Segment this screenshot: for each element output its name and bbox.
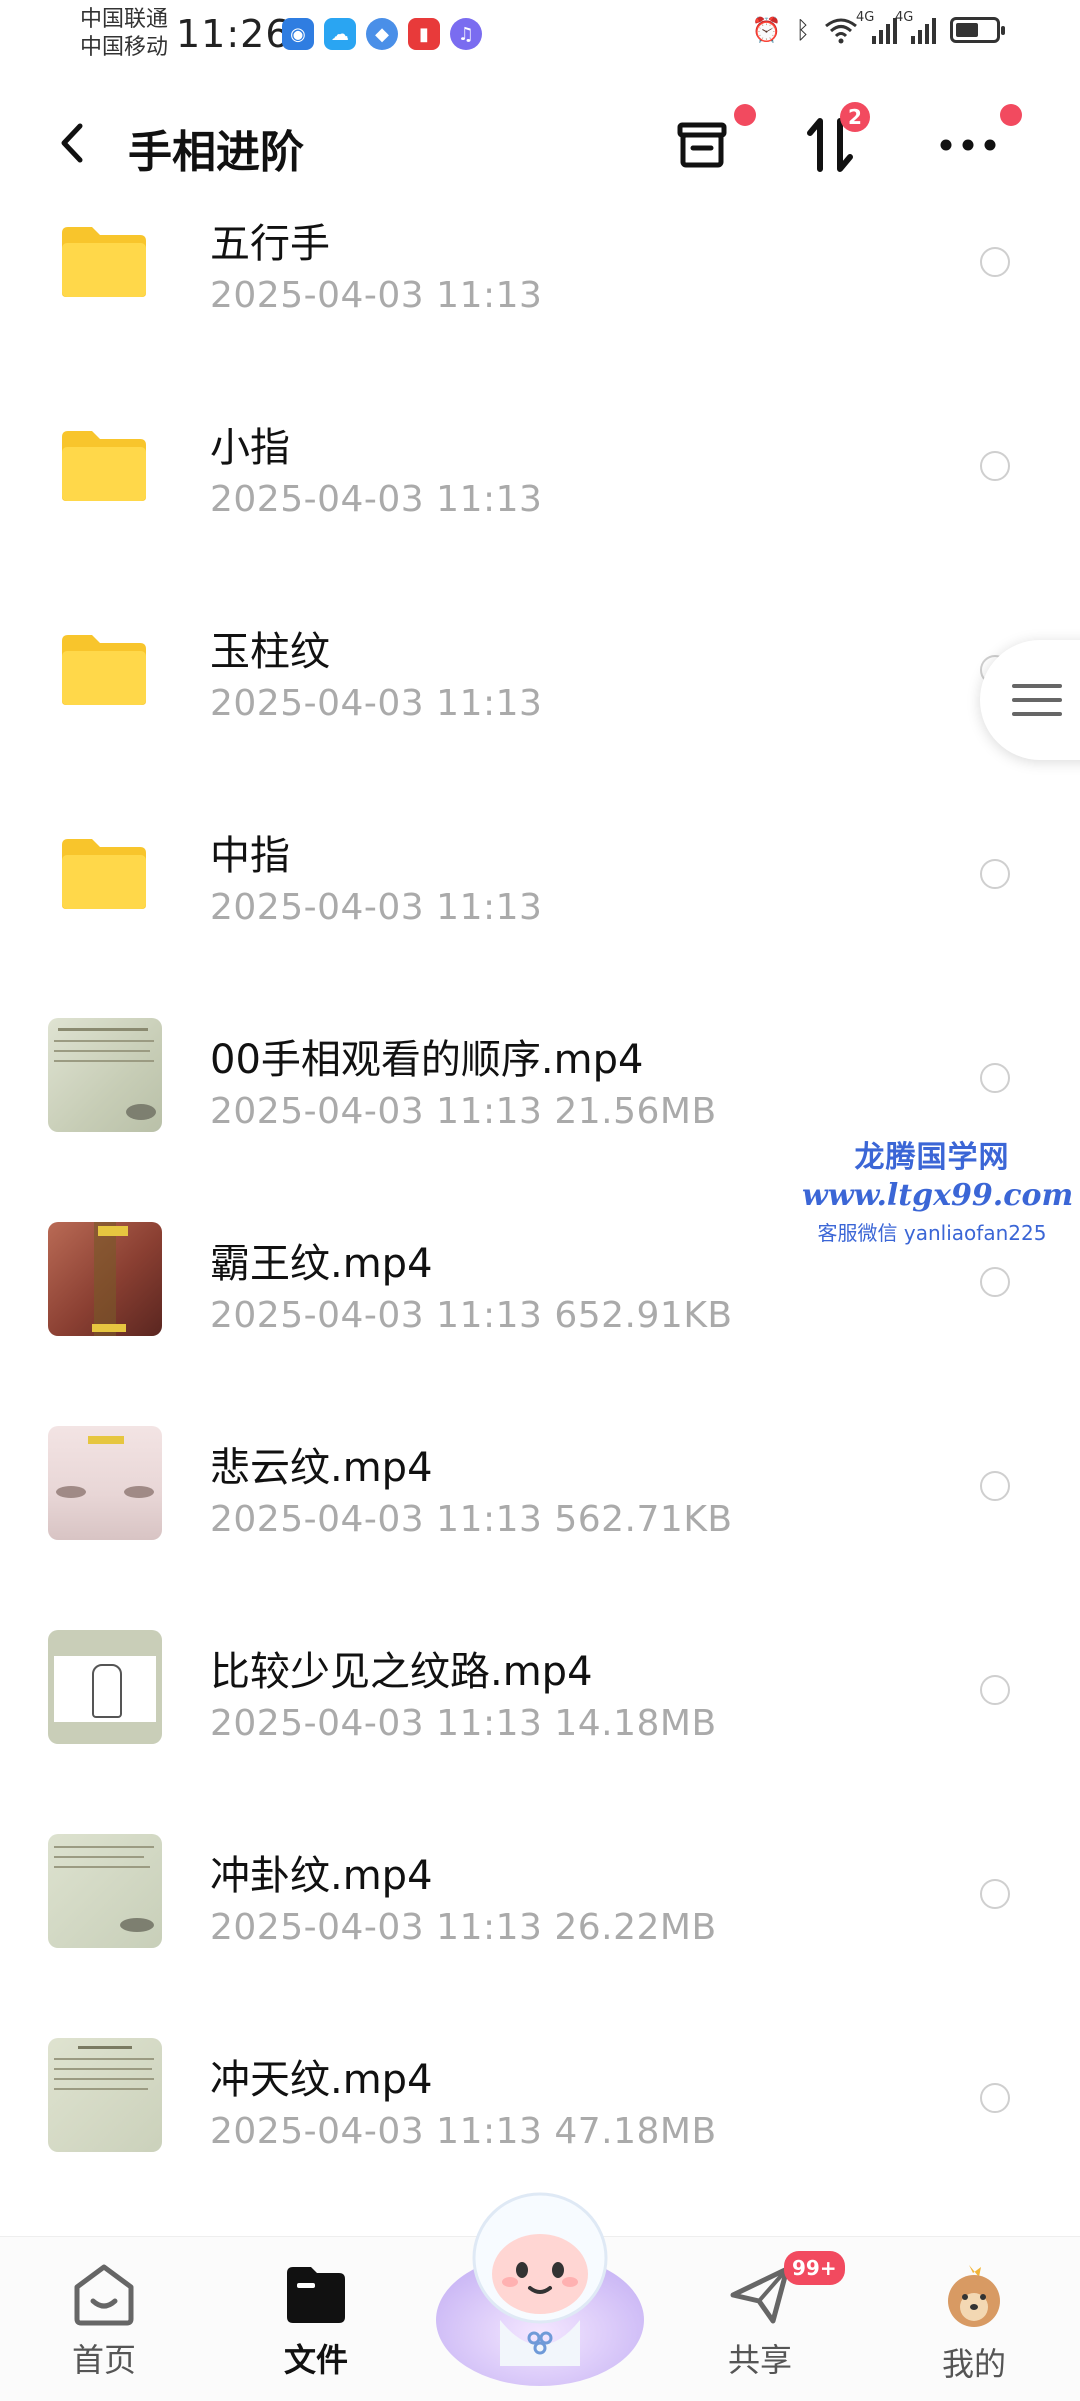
menu-line xyxy=(1012,684,1062,688)
system-icons: ⏰ ᛒ 4G 4G xyxy=(751,10,1005,44)
file-name: 中指 xyxy=(210,833,290,879)
transfer-count-badge: 2 xyxy=(840,102,870,132)
select-radio[interactable] xyxy=(980,451,1010,481)
home-icon xyxy=(74,2264,134,2326)
recycle-notification-dot xyxy=(734,104,756,126)
app-notification-icon: ◉ xyxy=(282,18,314,50)
file-name: 五行手 xyxy=(210,221,330,267)
file-name: 冲天纹.mp4 xyxy=(210,2057,433,2103)
archive-box-icon xyxy=(677,122,727,168)
file-name: 霸王纹.mp4 xyxy=(210,1241,433,1287)
file-meta: 2025-04-03 11:13 26.22MB xyxy=(210,1907,717,1948)
carrier-2: 中国移动 xyxy=(80,35,169,60)
select-radio[interactable] xyxy=(980,247,1010,277)
share-count-badge: 99+ xyxy=(784,2251,845,2285)
watermark: 龙腾国学网 www.ltgx99.com 客服微信 yanliaofan225 xyxy=(802,1132,1074,1246)
notification-icons: ◉ ☁ ◆ ▮ ♫ xyxy=(282,18,482,50)
video-thumbnail xyxy=(48,1630,162,1744)
more-options-button[interactable] xyxy=(928,104,1022,180)
transfer-list-button[interactable]: 2 xyxy=(790,102,870,180)
video-thumbnail xyxy=(48,2038,162,2152)
select-radio[interactable] xyxy=(980,2083,1010,2113)
file-meta: 2025-04-03 11:13 xyxy=(210,683,543,724)
reader-notification-icon: ▮ xyxy=(408,18,440,50)
browser-notification-icon: ◆ xyxy=(366,18,398,50)
select-radio[interactable] xyxy=(980,1063,1010,1093)
wifi-icon xyxy=(825,18,857,44)
watermark-title: 龙腾国学网 xyxy=(854,1140,1010,1175)
file-row-folder[interactable]: 小指 2025-04-03 11:13 xyxy=(0,409,1080,613)
file-name: 小指 xyxy=(210,425,290,471)
nav-files[interactable]: 文件 xyxy=(236,2261,396,2381)
battery-icon xyxy=(950,17,1005,43)
select-radio[interactable] xyxy=(980,859,1010,889)
nav-home[interactable]: 首页 xyxy=(24,2261,184,2381)
clock: 11:26 xyxy=(176,12,291,56)
more-dots-icon xyxy=(940,139,996,151)
avatar-icon xyxy=(948,2265,1000,2327)
nav-mine[interactable]: 我的 xyxy=(894,2261,1054,2385)
alarm-icon: ⏰ xyxy=(751,16,782,44)
file-row-video[interactable]: 霸王纹.mp4 2025-04-03 11:13 652.91KB xyxy=(0,1222,1080,1429)
nav-share-label: 共享 xyxy=(727,2341,792,2379)
network-type-2: 4G xyxy=(895,10,914,25)
more-notification-dot xyxy=(1000,104,1022,126)
top-app-bar: 手相进阶 2 xyxy=(0,100,1080,190)
file-row-folder[interactable]: 中指 2025-04-03 11:13 xyxy=(0,817,1080,1021)
file-row-folder[interactable]: 五行手 2025-04-03 11:13 xyxy=(0,205,1080,409)
file-meta: 2025-04-03 11:13 21.56MB xyxy=(210,1091,717,1132)
carrier-info: 中国联通 中国移动 xyxy=(80,6,168,62)
file-meta: 2025-04-03 11:13 xyxy=(210,887,543,928)
video-thumbnail xyxy=(48,1834,162,1948)
file-meta: 2025-04-03 11:13 47.18MB xyxy=(210,2111,717,2152)
music-notification-icon: ♫ xyxy=(450,18,482,50)
carrier-1: 中国联通 xyxy=(80,7,169,32)
signal-2-icon: 4G xyxy=(895,10,936,44)
watermark-url: www.ltgx99.com xyxy=(802,1178,1074,1213)
select-radio[interactable] xyxy=(980,1267,1010,1297)
file-name: 00手相观看的顺序.mp4 xyxy=(210,1037,644,1083)
file-meta: 2025-04-03 11:13 xyxy=(210,479,543,520)
select-radio[interactable] xyxy=(980,1879,1010,1909)
network-type-1: 4G xyxy=(856,10,875,25)
nav-home-label: 首页 xyxy=(71,2341,136,2379)
nav-share[interactable]: 共享 99+ xyxy=(680,2251,845,2381)
file-row-video[interactable]: 比较少见之纹路.mp4 2025-04-03 11:13 14.18MB xyxy=(0,1630,1080,1837)
file-name: 比较少见之纹路.mp4 xyxy=(210,1649,593,1695)
folder-icon xyxy=(62,839,146,909)
file-row-folder[interactable]: 玉柱纹 2025-04-03 11:13 xyxy=(0,613,1080,817)
watermark-contact: 客服微信 yanliaofan225 xyxy=(817,1221,1047,1245)
nav-files-label: 文件 xyxy=(283,2341,348,2379)
file-name: 冲卦纹.mp4 xyxy=(210,1853,433,1899)
video-thumbnail xyxy=(48,1018,162,1132)
file-name: 悲云纹.mp4 xyxy=(210,1445,433,1491)
recycle-bin-button[interactable] xyxy=(662,104,756,180)
weather-notification-icon: ☁ xyxy=(324,18,356,50)
folder-icon xyxy=(62,431,146,501)
back-arrow-icon[interactable] xyxy=(52,118,92,168)
menu-line xyxy=(1012,698,1062,702)
nav-mine-label: 我的 xyxy=(941,2345,1006,2383)
file-meta: 2025-04-03 11:13 14.18MB xyxy=(210,1703,717,1744)
ai-assistant-mascot-icon[interactable] xyxy=(430,2170,650,2390)
page-title: 手相进阶 xyxy=(128,127,304,178)
file-name: 玉柱纹 xyxy=(210,629,330,675)
file-meta: 2025-04-03 11:13 xyxy=(210,275,543,316)
file-row-video[interactable]: 冲卦纹.mp4 2025-04-03 11:13 26.22MB xyxy=(0,1834,1080,2041)
status-bar: 中国联通 中国移动 11:26 ◉ ☁ ◆ ▮ ♫ ⏰ ᛒ 4G 4G xyxy=(0,0,1080,80)
video-thumbnail xyxy=(48,1426,162,1540)
signal-1-icon: 4G xyxy=(856,10,897,44)
file-row-video[interactable]: 悲云纹.mp4 2025-04-03 11:13 562.71KB xyxy=(0,1426,1080,1633)
select-radio[interactable] xyxy=(980,1675,1010,1705)
bluetooth-icon: ᛒ xyxy=(795,16,810,44)
file-meta: 2025-04-03 11:13 562.71KB xyxy=(210,1499,733,1540)
folder-icon xyxy=(62,635,146,705)
select-radio[interactable] xyxy=(980,1471,1010,1501)
file-meta: 2025-04-03 11:13 652.91KB xyxy=(210,1295,733,1336)
files-icon xyxy=(287,2267,345,2323)
folder-icon xyxy=(62,227,146,297)
video-thumbnail xyxy=(48,1222,162,1336)
menu-line xyxy=(1012,712,1062,716)
